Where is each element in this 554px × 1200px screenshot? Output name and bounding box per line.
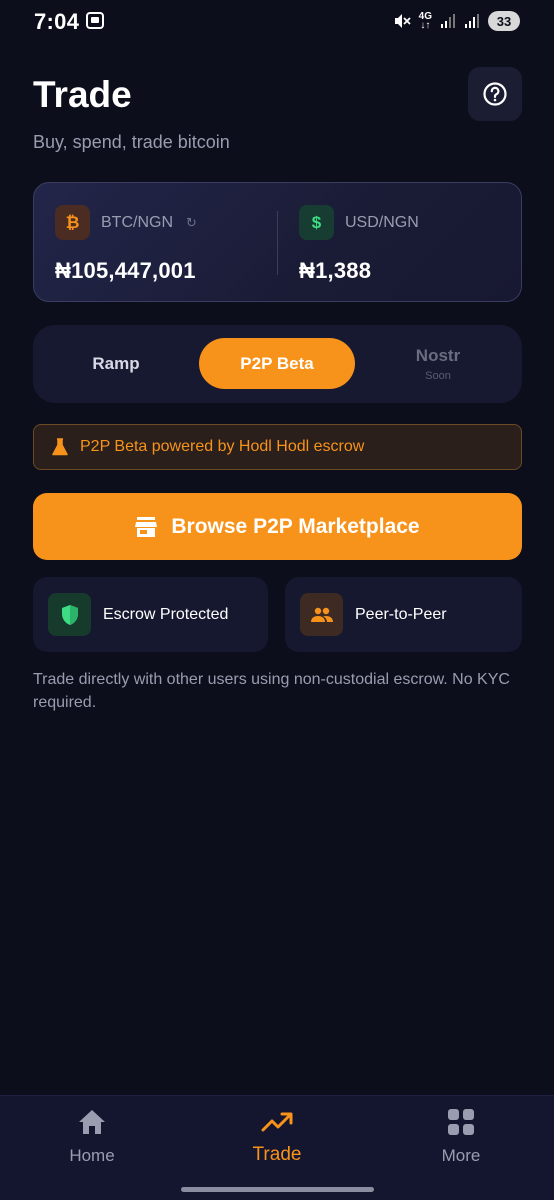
- nav-label: More: [441, 1146, 481, 1165]
- tab-p2p-beta[interactable]: P2P Beta: [199, 338, 355, 389]
- shield-icon: [48, 593, 91, 636]
- people-icon: [300, 593, 343, 636]
- dollar-icon: $: [299, 205, 334, 240]
- tab-sublabel: Soon: [425, 369, 451, 382]
- browse-marketplace-button[interactable]: Browse P2P Marketplace: [33, 493, 522, 560]
- rate-btc-ngn: ₿ BTC/NGN ↻ ₦105,447,001: [55, 205, 197, 284]
- page-title: Trade: [33, 74, 132, 115]
- nav-more[interactable]: More: [401, 1106, 521, 1166]
- trade-mode-tabs: Ramp P2P Beta Nostr Soon: [33, 325, 522, 403]
- tab-label: Ramp: [92, 353, 140, 373]
- store-icon: [135, 516, 158, 537]
- bottom-navigation: Home Trade More: [0, 1095, 554, 1200]
- flask-icon: [52, 438, 68, 456]
- tab-label: Nostr: [415, 345, 461, 365]
- nav-home[interactable]: Home: [32, 1106, 152, 1166]
- help-circle-icon: [483, 82, 507, 106]
- tab-ramp[interactable]: Ramp: [38, 338, 194, 389]
- beta-banner: P2P Beta powered by Hodl Hodl escrow: [33, 424, 522, 470]
- status-time: 7:04: [34, 9, 80, 34]
- tab-label: P2P Beta: [240, 353, 314, 373]
- network-type: 4G ↓↑: [418, 11, 432, 31]
- feature-label: Peer-to-Peer: [355, 605, 447, 623]
- p2p-description: Trade directly with other users using no…: [33, 671, 510, 711]
- nav-label: Trade: [252, 1144, 302, 1165]
- feature-peer-to-peer: Peer-to-Peer: [285, 577, 522, 652]
- rate-value: ₦1,388: [299, 258, 372, 283]
- grid-icon: [445, 1106, 477, 1138]
- home-icon: [76, 1106, 108, 1138]
- bitcoin-icon: ₿: [55, 205, 90, 240]
- help-button[interactable]: [468, 67, 522, 121]
- exchange-rate-card: ₿ BTC/NGN ↻ ₦105,447,001 $ USD/NGN ₦1,38…: [33, 182, 522, 302]
- nav-label: Home: [69, 1146, 115, 1165]
- signal-icon-2: [465, 14, 479, 28]
- tab-nostr[interactable]: Nostr Soon: [360, 338, 516, 389]
- divider: [277, 211, 278, 275]
- rate-pair-label: USD/NGN: [345, 213, 419, 231]
- nav-trade[interactable]: Trade: [217, 1106, 337, 1166]
- status-bar: 7:04 4G ↓↑ 33: [0, 0, 554, 44]
- rate-value: ₦105,447,001: [55, 258, 196, 283]
- trending-up-icon: [261, 1106, 293, 1138]
- feature-escrow-protected: Escrow Protected: [33, 577, 268, 652]
- banner-text: P2P Beta powered by Hodl Hodl escrow: [80, 438, 365, 455]
- refresh-icon[interactable]: ↻: [186, 215, 197, 231]
- rate-usd-ngn: $ USD/NGN ₦1,388: [299, 205, 419, 284]
- mute-icon: [394, 14, 411, 28]
- browse-button-label: Browse P2P Marketplace: [171, 514, 420, 538]
- rate-pair-label: BTC/NGN: [101, 213, 173, 231]
- page-subtitle: Buy, spend, trade bitcoin: [33, 132, 230, 152]
- trade-screen: 7:04 4G ↓↑ 33 Trade Buy, spend, trade bit…: [0, 0, 554, 1200]
- signal-icon: [441, 14, 455, 28]
- feature-label: Escrow Protected: [103, 605, 229, 623]
- screenshot-icon: [86, 12, 104, 29]
- status-icons: 4G ↓↑ 33: [393, 11, 520, 31]
- gesture-bar[interactable]: [181, 1187, 374, 1192]
- battery-indicator: 33: [488, 11, 520, 31]
